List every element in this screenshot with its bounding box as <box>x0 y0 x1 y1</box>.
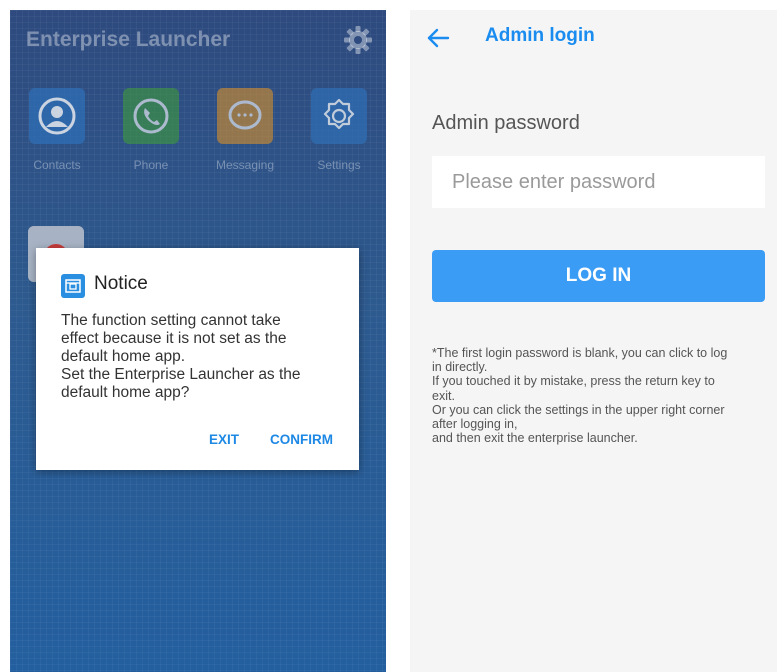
exit-button[interactable]: EXIT <box>209 432 239 447</box>
app-label: Contacts <box>33 158 81 172</box>
dialog-message-line: effect because it is not set as the <box>61 330 287 347</box>
app-label: Messaging <box>215 158 275 172</box>
hint-line: exit. <box>432 388 455 403</box>
hint-line: after logging in, <box>432 417 518 432</box>
dialog-message-line: default home app. <box>61 348 186 365</box>
hint-line: If you touched it by mistake, press the … <box>432 374 715 389</box>
hint-line: *The first login password is blank, you … <box>432 346 728 360</box>
login-button[interactable]: LOG IN <box>432 250 765 302</box>
messaging-icon <box>217 88 273 144</box>
dialog-title: Notice <box>94 273 148 294</box>
gear-icon[interactable] <box>342 24 374 56</box>
app-grid: Contacts Phone Messaging Settings <box>10 88 386 198</box>
dialog-message-line: Set the Enterprise Launcher as the <box>61 366 301 383</box>
app-label: Phone <box>133 158 169 172</box>
launcher-app-icon <box>61 274 85 298</box>
password-input[interactable] <box>432 156 765 208</box>
dialog-message-line: The function setting cannot take <box>61 312 281 329</box>
admin-login-screen: Admin login Admin password LOG IN *The f… <box>410 10 777 672</box>
confirm-button[interactable]: CONFIRM <box>270 432 333 447</box>
contacts-icon <box>29 88 85 144</box>
phone-icon <box>123 88 179 144</box>
hint-line: in directly. <box>432 360 488 375</box>
dialog-message-line: default home app? <box>61 384 190 401</box>
app-label: Settings <box>317 158 361 172</box>
login-hint-text: *The first login password is blank, you … <box>432 346 777 445</box>
app-settings[interactable]: Settings <box>292 88 386 172</box>
settings-icon <box>311 88 367 144</box>
hint-line: Or you can click the settings in the upp… <box>432 402 725 417</box>
app-phone[interactable]: Phone <box>104 88 198 172</box>
launcher-screen: Enterprise Launcher Contacts Phone Messa… <box>10 10 386 672</box>
launcher-title: Enterprise Launcher <box>26 28 231 51</box>
app-messaging[interactable]: Messaging <box>198 88 292 172</box>
top-app-bar: Admin login <box>410 10 777 62</box>
page-title: Admin login <box>485 25 595 46</box>
password-label: Admin password <box>432 112 580 134</box>
dialog-message: The function setting cannot take effect … <box>61 312 341 402</box>
notice-dialog: Notice The function setting cannot take … <box>36 248 359 470</box>
back-arrow-icon[interactable] <box>424 24 452 52</box>
hint-line: and then exit the enterprise launcher. <box>432 431 638 446</box>
app-contacts[interactable]: Contacts <box>10 88 104 172</box>
